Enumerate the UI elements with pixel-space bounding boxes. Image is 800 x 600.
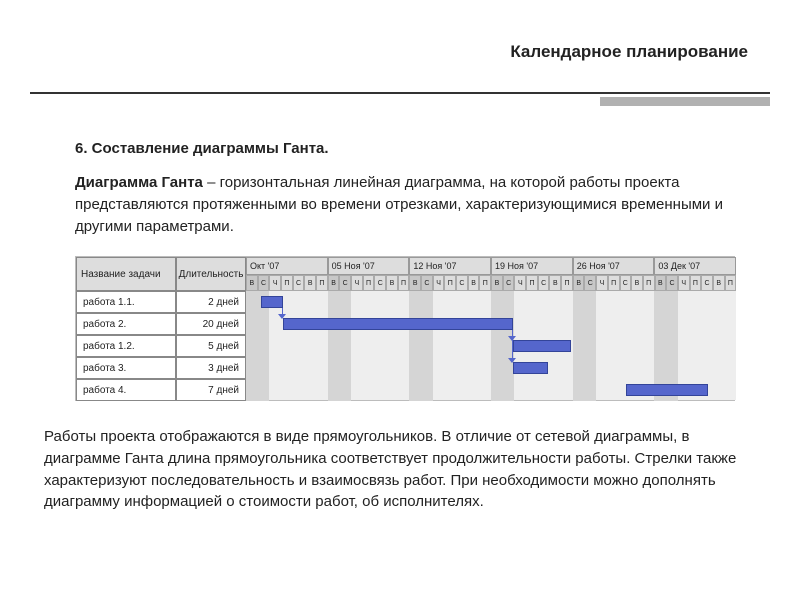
task-duration: 2 дней bbox=[176, 291, 246, 313]
week-label: 12 Ноя '07 bbox=[409, 257, 491, 275]
day-label: В bbox=[573, 275, 585, 291]
day-label: П bbox=[281, 275, 293, 291]
day-label: С bbox=[293, 275, 305, 291]
day-label: Ч bbox=[678, 275, 690, 291]
day-label: В bbox=[386, 275, 398, 291]
day-label: С bbox=[374, 275, 386, 291]
day-label: С bbox=[258, 275, 270, 291]
week-label: Окт '07 bbox=[246, 257, 328, 275]
definition-paragraph: Диаграмма Ганта – горизонтальная линейна… bbox=[75, 172, 725, 237]
gantt-bar bbox=[513, 362, 548, 374]
task-duration: 20 дней bbox=[176, 313, 246, 335]
task-name: работа 1.2. bbox=[76, 335, 176, 357]
day-label: В bbox=[409, 275, 421, 291]
day-label: В bbox=[468, 275, 480, 291]
gantt-bar bbox=[513, 340, 571, 352]
task-name: работа 2. bbox=[76, 313, 176, 335]
day-label: П bbox=[444, 275, 456, 291]
day-label: В bbox=[713, 275, 725, 291]
day-label: В bbox=[304, 275, 316, 291]
gantt-chart: Название задачи Длительность работа 1.1.… bbox=[75, 256, 735, 401]
dependency-arrow bbox=[512, 330, 513, 360]
header-accent bbox=[600, 97, 770, 106]
week-label: 03 Дек '07 bbox=[654, 257, 736, 275]
header-rule bbox=[30, 92, 770, 94]
day-label: С bbox=[503, 275, 515, 291]
day-label: П bbox=[690, 275, 702, 291]
day-label: П bbox=[526, 275, 538, 291]
day-label: С bbox=[421, 275, 433, 291]
day-label: Ч bbox=[596, 275, 608, 291]
arrow-head-icon bbox=[278, 314, 286, 319]
description-paragraph: Работы проекта отображаются в виде прямо… bbox=[44, 426, 754, 513]
gantt-bar bbox=[626, 384, 708, 396]
day-label: В bbox=[328, 275, 340, 291]
gantt-grid bbox=[246, 291, 736, 401]
day-label: П bbox=[561, 275, 573, 291]
day-label: Ч bbox=[433, 275, 445, 291]
day-label: П bbox=[316, 275, 328, 291]
task-duration: 5 дней bbox=[176, 335, 246, 357]
day-label: П bbox=[363, 275, 375, 291]
day-label: Ч bbox=[351, 275, 363, 291]
gantt-bar bbox=[283, 318, 513, 330]
timeline-weeks: Окт '07 05 Ноя '07 12 Ноя '07 19 Ноя '07… bbox=[246, 257, 736, 275]
table-row: работа 3. 3 дней bbox=[76, 357, 246, 379]
col-header-task: Название задачи bbox=[76, 257, 176, 291]
day-label: С bbox=[666, 275, 678, 291]
task-name: работа 1.1. bbox=[76, 291, 176, 313]
day-label: П bbox=[643, 275, 655, 291]
day-label: С bbox=[538, 275, 550, 291]
task-duration: 7 дней bbox=[176, 379, 246, 401]
task-name: работа 4. bbox=[76, 379, 176, 401]
day-label: С bbox=[456, 275, 468, 291]
day-label: С bbox=[620, 275, 632, 291]
gantt-bar bbox=[261, 296, 283, 308]
table-row: работа 1.2. 5 дней bbox=[76, 335, 246, 357]
day-label: В bbox=[549, 275, 561, 291]
section-title: 6. Составление диаграммы Ганта. bbox=[75, 140, 329, 157]
day-label: С bbox=[339, 275, 351, 291]
timeline-days: ВСЧПСВПВСЧПСВПВСЧПСВПВСЧПСВПВСЧПСВПВСЧПС… bbox=[246, 275, 736, 291]
day-label: В bbox=[491, 275, 503, 291]
day-label: Ч bbox=[514, 275, 526, 291]
table-row: работа 2. 20 дней bbox=[76, 313, 246, 335]
gantt-task-table: Название задачи Длительность работа 1.1.… bbox=[76, 257, 246, 400]
week-label: 05 Ноя '07 bbox=[328, 257, 410, 275]
day-label: П bbox=[398, 275, 410, 291]
day-label: В bbox=[631, 275, 643, 291]
day-label: Ч bbox=[269, 275, 281, 291]
task-name: работа 3. bbox=[76, 357, 176, 379]
day-label: В bbox=[246, 275, 258, 291]
day-label: В bbox=[655, 275, 667, 291]
gantt-timeline: Окт '07 05 Ноя '07 12 Ноя '07 19 Ноя '07… bbox=[246, 257, 736, 400]
table-row: работа 1.1. 2 дней bbox=[76, 291, 246, 313]
page-header: Календарное планирование bbox=[510, 42, 748, 62]
arrow-head-icon bbox=[508, 358, 516, 363]
day-label: П bbox=[608, 275, 620, 291]
day-label: С bbox=[584, 275, 596, 291]
day-label: П bbox=[725, 275, 737, 291]
col-header-duration: Длительность bbox=[176, 257, 246, 291]
day-label: С bbox=[701, 275, 713, 291]
table-row: работа 4. 7 дней bbox=[76, 379, 246, 401]
task-duration: 3 дней bbox=[176, 357, 246, 379]
week-label: 26 Ноя '07 bbox=[573, 257, 655, 275]
week-label: 19 Ноя '07 bbox=[491, 257, 573, 275]
definition-term: Диаграмма Ганта bbox=[75, 174, 203, 191]
day-label: П bbox=[479, 275, 491, 291]
